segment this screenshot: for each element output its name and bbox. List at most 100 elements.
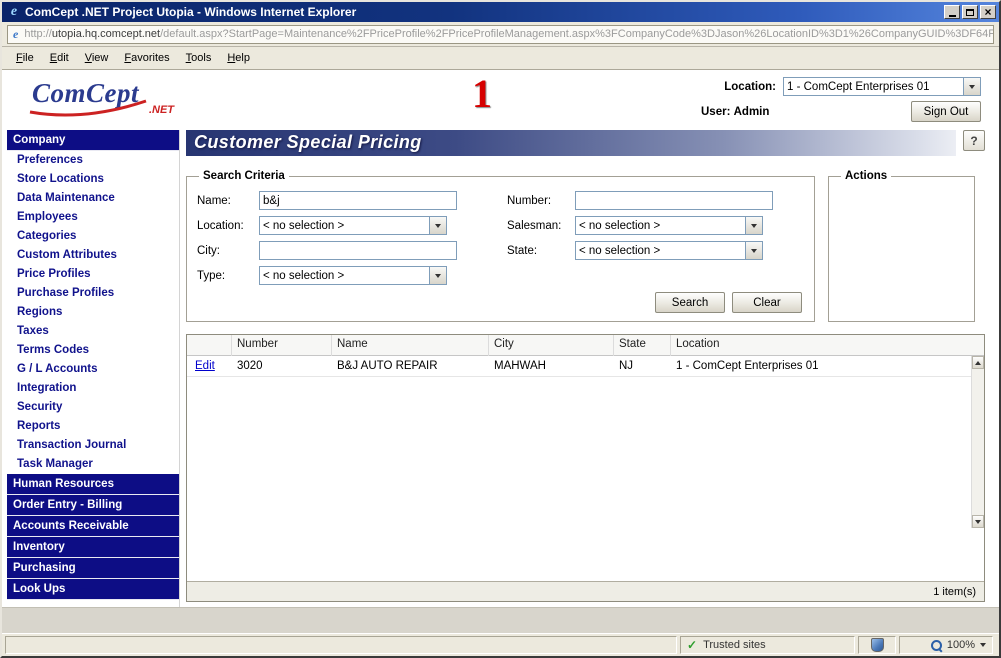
sidebar-section-order-entry-billing[interactable]: Order Entry - Billing bbox=[7, 495, 179, 516]
number-input[interactable] bbox=[575, 191, 773, 210]
table-row: Edit 3020 B&J AUTO REPAIR MAHWAH NJ 1 - … bbox=[187, 356, 984, 377]
location-header-select[interactable]: 1 - ComCept Enterprises 01 bbox=[783, 77, 981, 96]
name-label: Name: bbox=[197, 195, 259, 207]
menu-file[interactable]: File bbox=[8, 49, 42, 67]
app-body: Company Preferences Store Locations Data… bbox=[2, 128, 999, 607]
menu-tools[interactable]: Tools bbox=[178, 49, 220, 67]
sidebar-item-transaction-journal[interactable]: Transaction Journal bbox=[7, 436, 179, 455]
address-input[interactable]: e http://utopia.hq.comcept.net/default.a… bbox=[7, 25, 994, 44]
menu-view[interactable]: View bbox=[77, 49, 117, 67]
shield-icon bbox=[871, 638, 884, 652]
browser-window: e ComCept .NET Project Utopia - Windows … bbox=[0, 0, 1001, 658]
search-button[interactable]: Search bbox=[655, 292, 725, 313]
location-column-header: Location bbox=[671, 335, 984, 356]
sidebar-item-data-maintenance[interactable]: Data Maintenance bbox=[7, 189, 179, 208]
close-icon: × bbox=[984, 7, 991, 18]
sidebar-item-purchase-profiles[interactable]: Purchase Profiles bbox=[7, 284, 179, 303]
minimize-button[interactable] bbox=[944, 5, 960, 19]
results-grid-header: Number Name City State Location bbox=[187, 335, 984, 356]
type-select[interactable]: < no selection > bbox=[259, 266, 447, 285]
ie-logo-icon: e bbox=[6, 5, 22, 19]
sidebar-item-custom-attributes[interactable]: Custom Attributes bbox=[7, 246, 179, 265]
page-title: Customer Special Pricing bbox=[186, 130, 956, 156]
vertical-scrollbar[interactable] bbox=[971, 356, 984, 528]
page-content: Search Criteria Name: Location: < no sel… bbox=[186, 156, 985, 607]
session-controls: Location: 1 - ComCept Enterprises 01 Use… bbox=[699, 77, 981, 122]
maximize-button[interactable] bbox=[962, 5, 978, 19]
chevron-down-icon[interactable] bbox=[745, 242, 762, 259]
help-button[interactable]: ? bbox=[963, 130, 985, 151]
results-grid-body: Edit 3020 B&J AUTO REPAIR MAHWAH NJ 1 - … bbox=[187, 356, 984, 581]
protected-mode-panel[interactable] bbox=[858, 636, 896, 654]
edit-link[interactable]: Edit bbox=[187, 360, 232, 372]
zoom-level: 100% bbox=[947, 639, 975, 651]
user-name: Admin bbox=[734, 106, 770, 118]
sign-out-button[interactable]: Sign Out bbox=[911, 101, 981, 122]
comcept-logo: ComCept .NET bbox=[32, 78, 164, 120]
close-button[interactable]: × bbox=[980, 5, 996, 19]
security-zone-panel[interactable]: ✓ Trusted sites bbox=[680, 636, 855, 654]
zoom-control[interactable]: 100% bbox=[899, 636, 993, 654]
menu-edit[interactable]: Edit bbox=[42, 49, 77, 67]
row-name-cell: B&J AUTO REPAIR bbox=[332, 360, 489, 372]
sidebar-item-employees[interactable]: Employees bbox=[7, 208, 179, 227]
city-input[interactable] bbox=[259, 241, 457, 260]
sidebar-item-security[interactable]: Security bbox=[7, 398, 179, 417]
results-grid: Number Name City State Location Edit 302… bbox=[186, 334, 985, 602]
maximize-icon bbox=[966, 9, 974, 16]
sidebar-section-company[interactable]: Company bbox=[7, 130, 179, 151]
name-input[interactable] bbox=[259, 191, 457, 210]
sidebar-section-human-resources[interactable]: Human Resources bbox=[7, 474, 179, 495]
url-path: /default.aspx?StartPage=Maintenance%2FPr… bbox=[160, 28, 994, 40]
chevron-down-icon[interactable] bbox=[429, 217, 446, 234]
item-count: 1 item(s) bbox=[933, 586, 976, 598]
edit-column-header bbox=[187, 335, 232, 356]
menu-favorites[interactable]: Favorites bbox=[116, 49, 177, 67]
row-state-cell: NJ bbox=[614, 360, 671, 372]
address-bar: e http://utopia.hq.comcept.net/default.a… bbox=[2, 22, 999, 47]
sidebar-item-integration[interactable]: Integration bbox=[7, 379, 179, 398]
url-protocol: http:// bbox=[24, 28, 52, 40]
sidebar-section-inventory[interactable]: Inventory bbox=[7, 537, 179, 558]
menu-help[interactable]: Help bbox=[219, 49, 258, 67]
salesman-select-value: < no selection > bbox=[576, 220, 745, 232]
page-bottom-area bbox=[2, 607, 999, 633]
sidebar-item-gl-accounts[interactable]: G / L Accounts bbox=[7, 360, 179, 379]
menu-bar: File Edit View Favorites Tools Help bbox=[2, 47, 999, 70]
sidebar-section-accounts-receivable[interactable]: Accounts Receivable bbox=[7, 516, 179, 537]
status-message bbox=[5, 636, 677, 654]
location-label-search: Location: bbox=[197, 220, 259, 232]
check-icon: ✓ bbox=[687, 638, 697, 652]
logo-net-text: .NET bbox=[149, 104, 174, 116]
search-criteria-legend: Search Criteria bbox=[199, 170, 289, 182]
sidebar-item-store-locations[interactable]: Store Locations bbox=[7, 170, 179, 189]
location-select[interactable]: < no selection > bbox=[259, 216, 447, 235]
sidebar-item-taxes[interactable]: Taxes bbox=[7, 322, 179, 341]
type-label: Type: bbox=[197, 270, 259, 282]
chevron-down-icon[interactable] bbox=[429, 267, 446, 284]
number-label: Number: bbox=[507, 195, 575, 207]
sidebar-section-look-ups[interactable]: Look Ups bbox=[7, 579, 179, 600]
actions-legend: Actions bbox=[841, 170, 891, 182]
chevron-down-icon[interactable] bbox=[963, 78, 980, 95]
sidebar-section-purchasing[interactable]: Purchasing bbox=[7, 558, 179, 579]
page-favicon: e bbox=[13, 27, 18, 42]
sidebar-item-regions[interactable]: Regions bbox=[7, 303, 179, 322]
clear-button[interactable]: Clear bbox=[732, 292, 802, 313]
sidebar-item-categories[interactable]: Categories bbox=[7, 227, 179, 246]
sidebar-item-preferences[interactable]: Preferences bbox=[7, 151, 179, 170]
state-select[interactable]: < no selection > bbox=[575, 241, 763, 260]
sidebar-item-price-profiles[interactable]: Price Profiles bbox=[7, 265, 179, 284]
scroll-down-button[interactable] bbox=[972, 515, 984, 528]
chevron-down-icon[interactable] bbox=[745, 217, 762, 234]
scroll-up-button[interactable] bbox=[972, 356, 984, 369]
sidebar-item-reports[interactable]: Reports bbox=[7, 417, 179, 436]
sidebar-item-terms-codes[interactable]: Terms Codes bbox=[7, 341, 179, 360]
location-header-select-value: 1 - ComCept Enterprises 01 bbox=[784, 81, 963, 93]
salesman-select[interactable]: < no selection > bbox=[575, 216, 763, 235]
zoom-chevron-down-icon[interactable] bbox=[980, 643, 986, 647]
app-header: ComCept .NET 1 Location: 1 - ComCept Ent… bbox=[2, 70, 999, 128]
sidebar-item-task-manager[interactable]: Task Manager bbox=[7, 455, 179, 474]
user-label: User: Admin bbox=[701, 106, 769, 118]
state-column-header: State bbox=[614, 335, 671, 356]
